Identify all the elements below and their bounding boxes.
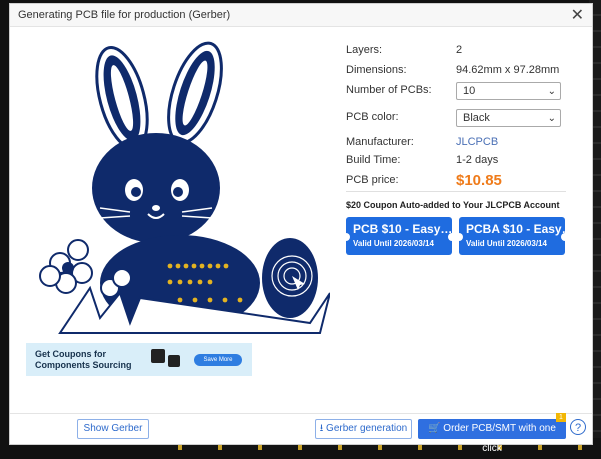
price-label: PCB price: — [346, 174, 399, 186]
dialog-titlebar: Generating PCB file for production (Gerb… — [10, 4, 592, 27]
spec-row-quantity: Number of PCBs: 10 ⌄ — [346, 82, 566, 100]
chip-image — [151, 349, 165, 363]
dimensions-label: Dimensions: — [346, 64, 407, 76]
coupon-title: PCB $10 - Easy… — [353, 222, 452, 236]
build-time-value: 1-2 days — [456, 154, 499, 166]
notification-badge: 1 — [556, 413, 566, 422]
coupon-heading: $20 Coupon Auto-added to Your JLCPCB Acc… — [346, 200, 560, 210]
spec-row-build-time: Build Time: 1-2 days — [346, 152, 566, 170]
chevron-down-icon: ⌄ — [547, 86, 556, 97]
spec-row-manufacturer: Manufacturer: JLCPCB — [346, 134, 566, 152]
price-value: $10.85 — [456, 172, 502, 189]
coupon-validity: Valid Until 2026/03/14 — [353, 239, 434, 248]
build-time-label: Build Time: — [346, 154, 401, 166]
coupon-banner[interactable]: Get Coupons for Components Sourcing Save… — [26, 343, 252, 376]
pcb-color-select[interactable]: Black ⌄ — [456, 109, 561, 127]
dimensions-value: 94.62mm x 97.28mm — [456, 64, 560, 76]
manufacturer-link[interactable]: JLCPCB — [456, 136, 498, 148]
spec-row-color: PCB color: Black ⌄ — [346, 109, 566, 127]
gerber-generation-button[interactable]: ⭳ Gerber generation — [315, 419, 412, 439]
coupon-card-pcba[interactable]: PCBA $10 - Easy… Valid Until 2026/03/14 — [459, 217, 565, 255]
footer-divider — [10, 413, 592, 414]
coupon-card-pcb[interactable]: PCB $10 - Easy… Valid Until 2026/03/14 — [346, 217, 452, 255]
dialog-title: Generating PCB file for production (Gerb… — [18, 9, 231, 21]
divider — [346, 191, 566, 192]
show-gerber-button[interactable]: Show Gerber — [77, 419, 149, 439]
banner-text: Get Coupons for Components Sourcing — [35, 349, 132, 370]
color-label: PCB color: — [346, 111, 399, 123]
num-pcbs-select[interactable]: 10 ⌄ — [456, 82, 561, 100]
spec-row-dimensions: Dimensions: 94.62mm x 97.28mm — [346, 62, 566, 80]
chip-image — [168, 355, 180, 367]
chevron-down-icon: ⌄ — [547, 113, 556, 124]
cart-icon: 🛒 — [428, 423, 441, 434]
num-pcbs-label: Number of PCBs: — [346, 84, 432, 96]
pcb-preview — [39, 41, 330, 334]
num-pcbs-value: 10 — [463, 85, 476, 97]
layers-label: Layers: — [346, 44, 383, 56]
gerber-generation-label: Gerber generation — [326, 423, 408, 434]
order-button[interactable]: 🛒 Order PCB/SMT with one click — [418, 419, 566, 454]
manufacturer-label: Manufacturer: — [346, 136, 414, 148]
pcb-color-value: Black — [463, 112, 490, 124]
help-icon[interactable]: ? — [570, 419, 586, 435]
gerber-dialog: Generating PCB file for production (Gerb… — [9, 3, 593, 454]
spec-row-price: PCB price: $10.85 — [346, 172, 566, 190]
spec-row-layers: Layers: 2 — [346, 42, 566, 60]
coupon-title: PCBA $10 - Easy… — [466, 222, 565, 236]
banner-save-button[interactable]: Save More — [194, 354, 242, 366]
download-icon: ⭳ — [319, 423, 324, 434]
layers-value: 2 — [456, 44, 463, 56]
coupon-validity: Valid Until 2026/03/14 — [466, 239, 547, 248]
close-icon[interactable]: ✕ — [571, 5, 584, 25]
